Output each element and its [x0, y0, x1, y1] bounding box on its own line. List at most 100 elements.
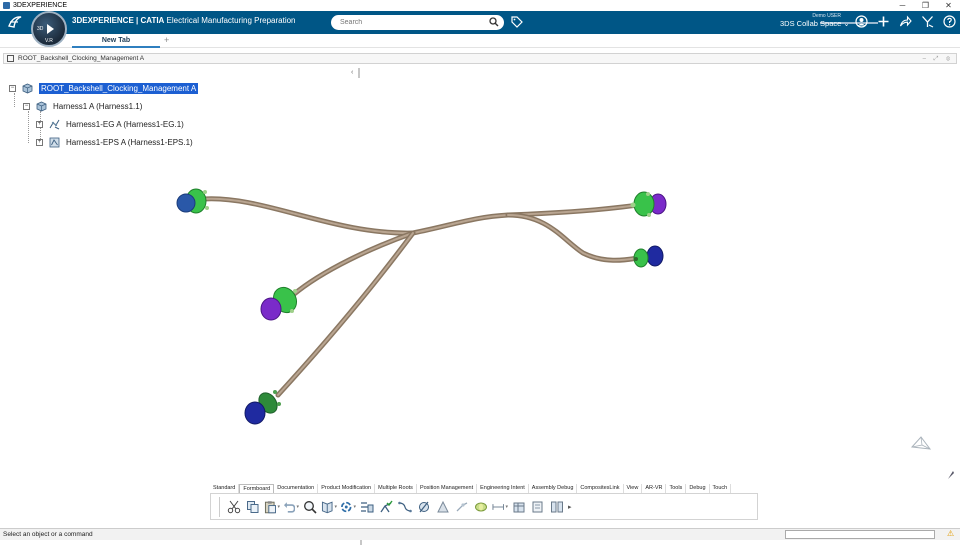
harness-3d-model[interactable] [3, 65, 957, 525]
flatten-icon[interactable] [359, 499, 375, 515]
status-message: Select an object or a command [3, 531, 93, 538]
more-tools-arrow[interactable]: ▸ [568, 503, 572, 511]
action-bar-tools: ▸ [210, 493, 758, 520]
document-window-controls[interactable]: – ⤢ ⊗ [923, 54, 953, 64]
tag-icon[interactable] [511, 16, 523, 28]
action-bar: Standard Formboard Documentation Product… [210, 484, 758, 524]
brand-app-name: Electrical Manufacturing Preparation [164, 16, 296, 25]
help-icon[interactable] [943, 15, 956, 28]
move-icon[interactable] [454, 499, 470, 515]
update-icon[interactable] [340, 499, 356, 515]
action-tab-engineering-intent[interactable]: Engineering Intent [477, 484, 529, 493]
close-button[interactable]: ✕ [937, 0, 960, 11]
tree-label-root[interactable]: ROOT_Backshell_Clocking_Management A [39, 83, 199, 94]
ds-logo-icon[interactable] [7, 14, 23, 30]
action-tab-tools[interactable]: Tools [666, 484, 687, 493]
action-tab-formboard[interactable]: Formboard [239, 484, 275, 493]
compass-widget[interactable]: 3D V.R [31, 11, 67, 47]
expand-toggle[interactable]: + [36, 139, 43, 146]
action-tab-position-management[interactable]: Position Management [417, 484, 478, 493]
action-tab-compositeslink[interactable]: CompositesLink [577, 484, 624, 493]
restore-button[interactable]: ❐ [914, 0, 937, 11]
wire-bundles[interactable] [200, 196, 646, 398]
bundle-icon[interactable] [473, 499, 489, 515]
expand-toggle[interactable]: + [36, 121, 43, 128]
route-icon[interactable] [397, 499, 413, 515]
action-tab-product-modification[interactable]: Product Modification [318, 484, 376, 493]
warning-icon[interactable]: ⚠ [947, 529, 954, 538]
action-tab-multiple-roots[interactable]: Multiple Roots [375, 484, 417, 493]
action-tab-touch[interactable]: Touch [710, 484, 732, 493]
tree-collapse-button[interactable]: ‹ [351, 69, 353, 76]
tree-label-harness[interactable]: Harness1 A (Harness1.1) [53, 102, 142, 111]
document-header: ROOT_Backshell_Clocking_Management A – ⤢… [3, 53, 957, 64]
compass-3d-label: 3D [37, 26, 44, 32]
rotate-connector-icon[interactable] [416, 499, 432, 515]
cut-icon[interactable] [226, 499, 242, 515]
collapse-toggle[interactable]: − [9, 85, 16, 92]
orientation-axis-icon[interactable] [909, 430, 933, 454]
copy-icon[interactable] [245, 499, 261, 515]
tree-node-eps[interactable]: + Harness1-EPS A (Harness1-EPS.1) [36, 137, 193, 148]
brand-product: 3DEXPERIENCE | CATIA [72, 16, 165, 25]
search-icon[interactable] [489, 17, 499, 27]
table-icon[interactable] [511, 499, 527, 515]
search-input[interactable] [331, 15, 481, 30]
top-bar: 3DEXPERIENCE | CATIA Electrical Manufact… [0, 11, 960, 34]
connector-left-top[interactable] [176, 188, 209, 214]
undo-icon[interactable] [283, 499, 299, 515]
action-bar-tabs: Standard Formboard Documentation Product… [210, 484, 732, 493]
toolbar-grip[interactable] [215, 496, 220, 517]
tree-connector [14, 93, 15, 107]
add-icon[interactable] [877, 15, 890, 28]
action-tab-debug[interactable]: Debug [686, 484, 710, 493]
tree-splitter[interactable] [358, 68, 360, 78]
collab-space-selector[interactable]: 3DS Collab Space ⌄ [780, 19, 850, 28]
action-tab-documentation[interactable]: Documentation [274, 484, 319, 493]
status-bar: Select an object or a command ⚠ [0, 528, 960, 540]
transform-icon[interactable] [435, 499, 451, 515]
profile-icon[interactable] [855, 15, 868, 28]
formboard-icon[interactable] [321, 499, 337, 515]
connector-right-lower[interactable] [633, 245, 664, 268]
action-tab-assembly-debug[interactable]: Assembly Debug [529, 484, 578, 493]
action-tab-view[interactable]: View [624, 484, 643, 493]
drawing-icon[interactable] [530, 499, 546, 515]
brand-title: 3DEXPERIENCE | CATIA Electrical Manufact… [72, 16, 296, 25]
branch-check-icon[interactable] [378, 499, 394, 515]
share-icon[interactable] [899, 15, 912, 28]
length-icon[interactable] [492, 499, 508, 515]
tree-node-eg[interactable]: + Harness1-EG A (Harness1-EG.1) [36, 119, 184, 130]
tree-connector [28, 111, 29, 143]
minimize-button[interactable]: ─ [891, 0, 914, 11]
document-icon [7, 55, 14, 62]
split-icon[interactable] [549, 499, 565, 515]
action-tab-standard[interactable]: Standard [210, 484, 240, 493]
user-info[interactable]: Demo USER 3DS Collab Space ⌄ [780, 13, 850, 28]
zoom-icon[interactable] [302, 499, 318, 515]
top-icons [855, 15, 956, 28]
tree-label-eg[interactable]: Harness1-EG A (Harness1-EG.1) [66, 120, 184, 129]
robot-icon[interactable] [947, 470, 955, 480]
collapse-toggle[interactable]: − [23, 103, 30, 110]
add-tab-button[interactable]: + [164, 34, 169, 47]
connector-right-top[interactable] [630, 191, 667, 217]
tree-node-harness[interactable]: − Harness1 A (Harness1.1) [23, 101, 142, 112]
command-input[interactable] [785, 530, 935, 539]
tree-node-root[interactable]: − ROOT_Backshell_Clocking_Management A [9, 83, 199, 94]
document-title: ROOT_Backshell_Clocking_Management A [18, 55, 145, 62]
action-tab-ar-vr[interactable]: AR-VR [642, 484, 667, 493]
tab-new-tab[interactable]: New Tab [72, 34, 160, 48]
window-title: 3DEXPERIENCE [13, 2, 68, 9]
window-controls: ─ ❐ ✕ [891, 0, 960, 11]
os-titlebar: 3DEXPERIENCE ─ ❐ ✕ [0, 0, 960, 11]
compass-version-label: V.R [45, 38, 53, 44]
tree-label-eps[interactable]: Harness1-EPS A (Harness1-EPS.1) [66, 138, 193, 147]
3d-viewport[interactable]: − ROOT_Backshell_Clocking_Management A −… [3, 65, 957, 545]
branch-mid-left [290, 230, 416, 298]
apps-compass-icon[interactable] [921, 15, 934, 28]
search-box[interactable] [331, 15, 504, 30]
electrical-geometry-icon [49, 119, 60, 130]
paste-icon[interactable] [264, 499, 280, 515]
connector-mid-left[interactable] [260, 283, 301, 321]
